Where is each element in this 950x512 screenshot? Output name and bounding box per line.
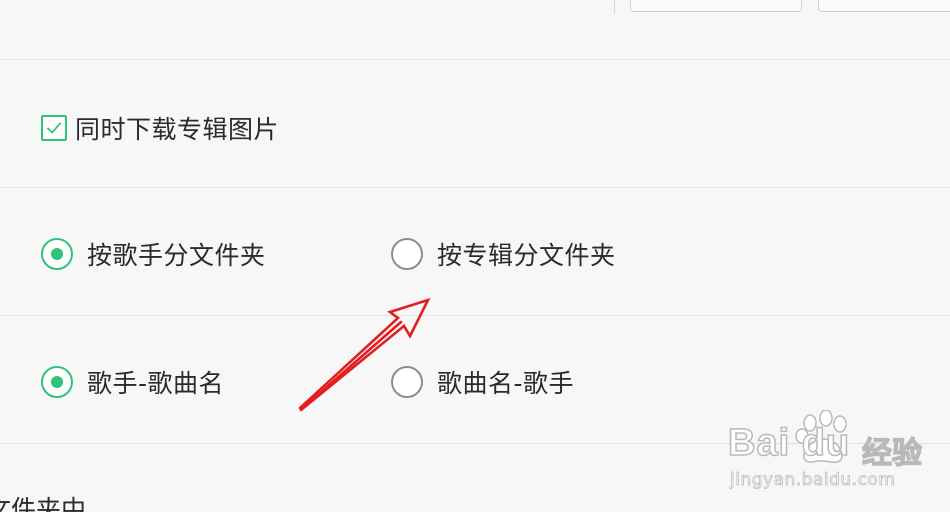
naming-song-singer-radio[interactable]: 歌曲名-歌手 <box>391 364 574 400</box>
section-divider <box>0 315 950 316</box>
radio-unselected-icon[interactable] <box>391 238 423 270</box>
radio-selected-icon[interactable] <box>41 366 73 398</box>
radio-unselected-icon[interactable] <box>391 366 423 398</box>
naming-singer-song-label: 歌手-歌曲名 <box>87 369 225 398</box>
download-album-image-checkbox[interactable]: 同时下载专辑图片 <box>41 110 279 146</box>
naming-singer-song-radio[interactable]: 歌手-歌曲名 <box>41 364 224 400</box>
section-divider <box>0 443 950 444</box>
download-settings-panel: 同时下载专辑图片 按歌手分文件夹 按专辑分文件夹 歌手-歌曲名 歌曲名-歌手 文… <box>0 0 950 512</box>
top-divider <box>614 0 615 14</box>
baidu-paw-logo <box>795 410 847 463</box>
folder-by-album-radio[interactable]: 按专辑分文件夹 <box>391 236 616 272</box>
watermark-cn-text: 经验 <box>861 435 922 471</box>
section-divider <box>0 59 950 60</box>
naming-song-singer-label: 歌曲名-歌手 <box>437 369 575 398</box>
bottom-cut-text: 文件夹中 <box>0 495 87 512</box>
checkbox-checked[interactable] <box>41 115 67 141</box>
download-album-image-label: 同时下载专辑图片 <box>75 115 280 144</box>
baidu-watermark: Bai du 经验 jingyan.baidu.com <box>727 408 928 498</box>
folder-by-singer-label: 按歌手分文件夹 <box>87 241 266 270</box>
watermark-url: jingyan.baidu.com <box>730 470 896 491</box>
check-icon <box>46 122 62 134</box>
radio-selected-icon[interactable] <box>41 238 73 270</box>
top-button-1[interactable] <box>630 0 802 12</box>
section-divider <box>0 187 950 188</box>
top-button-2[interactable] <box>818 0 950 12</box>
folder-by-album-label: 按专辑分文件夹 <box>437 241 616 270</box>
folder-by-singer-radio[interactable]: 按歌手分文件夹 <box>41 236 266 272</box>
